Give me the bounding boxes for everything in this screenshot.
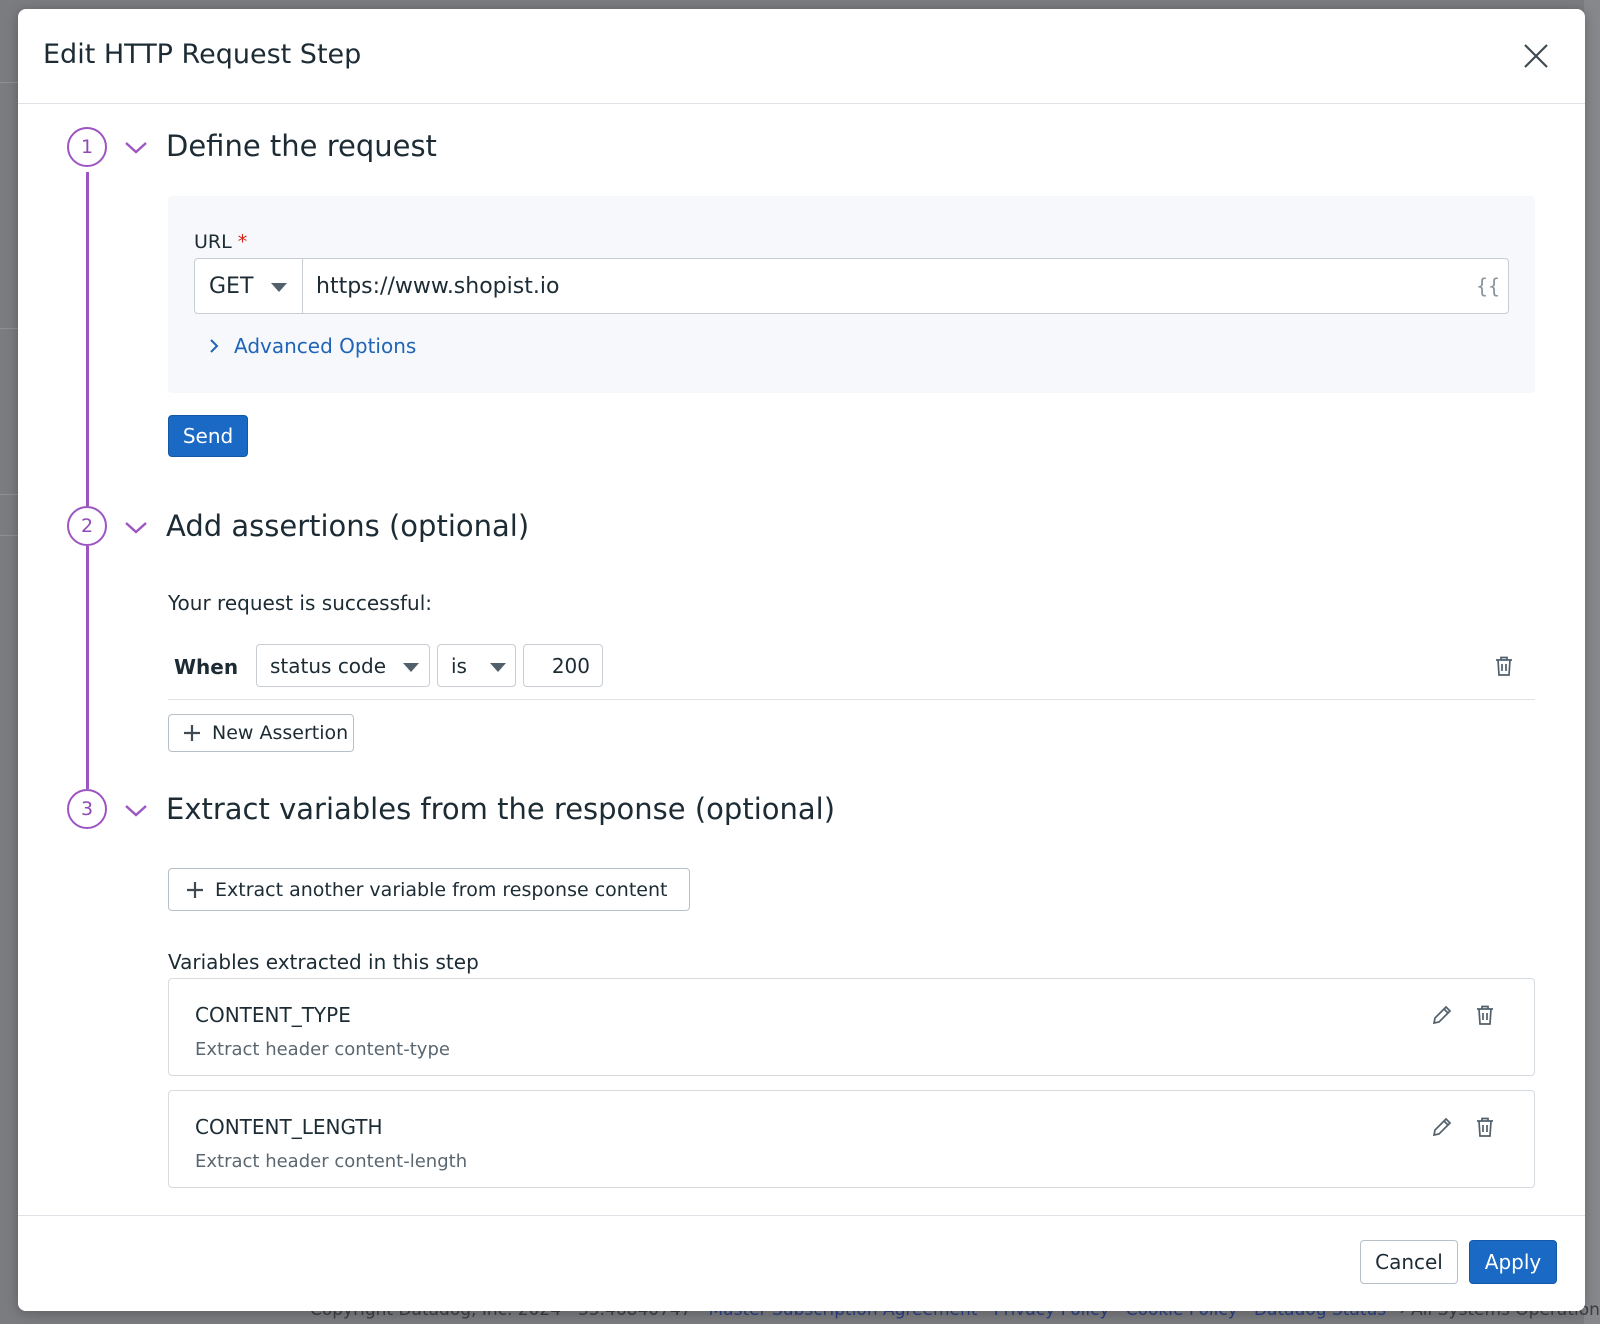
edit-variable-button[interactable] xyxy=(1430,1115,1454,1139)
extract-variable-button[interactable]: Extract another variable from response c… xyxy=(168,868,690,911)
variable-name: CONTENT_LENGTH xyxy=(195,1115,383,1139)
url-input-group: GET {{ xyxy=(194,258,1509,314)
new-assertion-label: New Assertion xyxy=(212,722,349,744)
variable-name: CONTENT_TYPE xyxy=(195,1003,351,1027)
variable-card: CONTENT_TYPE Extract header content-type xyxy=(168,978,1535,1076)
step-connector xyxy=(86,546,89,789)
new-assertion-button[interactable]: New Assertion xyxy=(168,714,354,752)
collapse-step-2-toggle[interactable] xyxy=(123,520,149,536)
assertion-type-select[interactable]: status code xyxy=(256,644,430,687)
step-title-extract-variables: Extract variables from the response (opt… xyxy=(166,792,836,826)
url-label: URL * xyxy=(194,231,247,253)
delete-variable-button[interactable] xyxy=(1473,1003,1497,1027)
caret-down-icon xyxy=(271,283,287,292)
close-icon xyxy=(1524,44,1548,68)
chevron-down-icon xyxy=(125,142,147,154)
assertion-operator-value: is xyxy=(451,653,467,678)
backdrop-divider xyxy=(0,328,18,329)
backdrop-divider xyxy=(0,494,18,495)
pencil-icon xyxy=(1432,1117,1452,1137)
backdrop-divider xyxy=(0,535,18,536)
edit-http-request-modal: Edit HTTP Request Step 1 Define the requ… xyxy=(18,9,1585,1311)
http-method-value: GET xyxy=(209,273,254,299)
cancel-button[interactable]: Cancel xyxy=(1360,1240,1458,1284)
url-label-text: URL xyxy=(194,231,232,253)
step-connector xyxy=(86,172,89,506)
chevron-down-icon xyxy=(125,522,147,534)
http-method-select[interactable]: GET xyxy=(195,259,303,313)
assertion-row-divider xyxy=(168,699,1535,700)
assertion-value-text: 200 xyxy=(551,653,590,678)
modal-header: Edit HTTP Request Step xyxy=(18,9,1585,104)
apply-button[interactable]: Apply xyxy=(1469,1240,1557,1284)
close-button[interactable] xyxy=(1521,41,1551,71)
variable-description: Extract header content-type xyxy=(195,1039,450,1060)
step-number-3: 3 xyxy=(67,789,107,829)
variables-list-heading: Variables extracted in this step xyxy=(168,950,479,974)
collapse-step-1-toggle[interactable] xyxy=(123,140,149,156)
request-panel: URL* GET {{ Advanced Options xyxy=(168,196,1535,393)
extract-variable-label: Extract another variable from response c… xyxy=(215,878,668,901)
trash-icon xyxy=(1496,656,1512,676)
edit-variable-button[interactable] xyxy=(1430,1003,1454,1027)
advanced-options-label: Advanced Options xyxy=(234,334,417,358)
plus-icon xyxy=(184,725,200,741)
modal-title: Edit HTTP Request Step xyxy=(43,39,362,70)
url-input[interactable] xyxy=(303,259,1468,313)
variable-description: Extract header content-length xyxy=(195,1151,468,1172)
advanced-options-toggle[interactable]: Advanced Options xyxy=(208,334,416,358)
backdrop-divider xyxy=(0,82,18,83)
step-title-define-request: Define the request xyxy=(166,129,437,163)
assertion-type-value: status code xyxy=(270,653,387,678)
caret-down-icon xyxy=(403,663,419,672)
delete-assertion-button[interactable] xyxy=(1492,654,1516,678)
caret-down-icon xyxy=(490,663,506,672)
delete-variable-button[interactable] xyxy=(1473,1115,1497,1139)
trash-icon xyxy=(1477,1117,1493,1137)
assertion-when-label: When xyxy=(174,655,239,679)
cancel-label: Cancel xyxy=(1375,1250,1443,1274)
trash-icon xyxy=(1477,1005,1493,1025)
collapse-step-3-toggle[interactable] xyxy=(123,803,149,819)
chevron-down-icon xyxy=(125,805,147,817)
chevron-right-icon xyxy=(210,339,219,353)
assertions-intro: Your request is successful: xyxy=(168,591,433,615)
assertion-value-input[interactable]: 200 xyxy=(523,644,603,687)
modal-footer: Cancel Apply xyxy=(18,1215,1585,1311)
pencil-icon xyxy=(1432,1005,1452,1025)
send-button[interactable]: Send xyxy=(168,415,248,457)
variable-braces-icon[interactable]: {{ xyxy=(1468,259,1508,313)
required-marker: * xyxy=(237,231,248,253)
step-number-2: 2 xyxy=(67,506,107,546)
assertion-operator-select[interactable]: is xyxy=(437,644,516,687)
step-title-add-assertions: Add assertions (optional) xyxy=(166,509,530,543)
step-number-1: 1 xyxy=(67,127,107,167)
backdrop-right-strip xyxy=(1584,0,1600,1324)
plus-icon xyxy=(187,881,203,898)
variable-card: CONTENT_LENGTH Extract header content-le… xyxy=(168,1090,1535,1188)
